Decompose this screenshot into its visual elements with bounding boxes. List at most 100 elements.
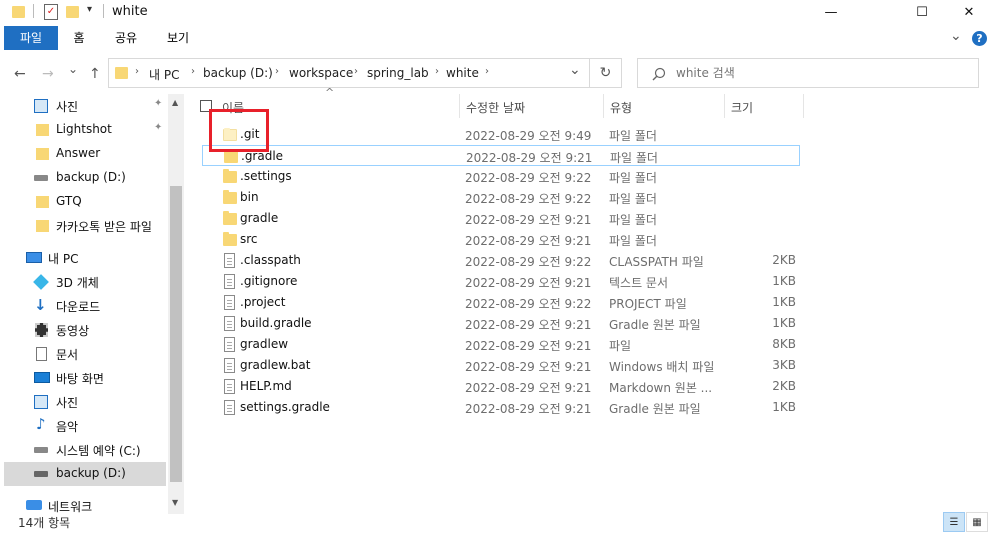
file-type: 파일 폴더 [609,213,657,227]
sidebar-item-3d-objects[interactable]: 3D 개체 [4,270,166,294]
maximize-button[interactable]: ☐ [899,0,945,24]
file-icon [224,316,235,331]
sidebar-item-pictures[interactable]: 사진 [4,390,166,414]
file-date: 2022-08-29 오전 9:21 [465,339,592,353]
file-row[interactable]: gradlew 2022-08-29 오전 9:21 파일 8KB [202,334,800,355]
address-dropdown-icon[interactable]: ⌄ [569,62,581,78]
document-icon [36,347,47,361]
file-row[interactable]: .project 2022-08-29 오전 9:22 PROJECT 파일 1KB [202,292,800,313]
file-row[interactable]: .settings 2022-08-29 오전 9:22 파일 폴더 [202,166,800,187]
sidebar-item-answer[interactable]: Answer [4,142,166,166]
item-count: 14개 항목 [18,516,71,530]
sidebar-item-music[interactable]: ♪ 음악 [4,414,166,438]
sidebar-item-downloads[interactable]: ↓ 다운로드 [4,294,166,318]
breadcrumb-separator[interactable]: › [435,66,439,77]
column-divider[interactable] [803,94,804,118]
tab-view[interactable]: 보기 [156,26,200,50]
column-divider[interactable] [724,94,725,118]
file-row[interactable]: build.gradle 2022-08-29 오전 9:21 Gradle 원본 … [202,313,800,334]
breadcrumb-separator[interactable]: › [191,66,195,77]
sidebar-item-label: 사진 [56,396,79,410]
file-icon [224,253,235,268]
file-date: 2022-08-29 오전 9:21 [465,213,592,227]
file-row[interactable]: settings.gradle 2022-08-29 오전 9:21 Gradle … [202,397,800,418]
file-row[interactable]: src 2022-08-29 오전 9:21 파일 폴더 [202,229,800,250]
column-divider[interactable] [459,94,460,118]
sidebar-item-gtq[interactable]: GTQ [4,190,166,214]
tab-home[interactable]: 홈 [62,26,96,50]
column-header-date[interactable]: 수정한 날짜 [466,99,525,116]
properties-icon[interactable]: ✓ [44,4,58,20]
file-type: PROJECT 파일 [609,297,687,311]
breadcrumb-workspace[interactable]: workspace [289,66,353,80]
refresh-button[interactable]: ↻ [590,58,622,88]
breadcrumb-separator[interactable]: › [354,66,358,77]
sidebar-item-drive-c[interactable]: 시스템 예약 (C:) [4,438,166,462]
file-row[interactable]: HELP.md 2022-08-29 오전 9:21 Markdown 원본 ...… [202,376,800,397]
sidebar-item-videos[interactable]: 동영상 [4,318,166,342]
minimize-button[interactable]: — [808,0,854,24]
breadcrumb-pc[interactable]: 내 PC [149,66,179,83]
tab-file[interactable]: 파일 [4,26,58,50]
search-input[interactable] [676,63,956,83]
breadcrumb-separator[interactable]: › [135,66,139,77]
column-header-size[interactable]: 크기 [731,99,753,116]
forward-button[interactable]: → [42,66,54,82]
scroll-down-icon[interactable]: ▼ [172,498,178,507]
column-header-type[interactable]: 유형 [610,99,632,116]
address-bar[interactable]: › 내 PC › backup (D:) › workspace › sprin… [108,58,590,88]
drive-icon [34,471,48,477]
details-view-button[interactable]: ☰ [943,512,965,532]
sort-indicator-icon: ^ [325,86,335,99]
sidebar-item-label: 동영상 [56,324,90,338]
breadcrumb-separator[interactable]: › [275,66,279,77]
back-button[interactable]: ← [14,66,26,82]
sidebar-item-backup-pinned[interactable]: backup (D:) [4,166,166,190]
sidebar-item-drive-d[interactable]: backup (D:) [4,462,166,486]
sidebar-item-kakaotalk[interactable]: 카카오톡 받은 파일 [4,214,166,238]
sidebar-item-documents[interactable]: 문서 [4,342,166,366]
sidebar-item-this-pc[interactable]: 내 PC [4,246,166,270]
file-row[interactable]: .gitignore 2022-08-29 오전 9:21 텍스트 문서 1KB [202,271,800,292]
sidebar-item-network[interactable]: 네트워크 [4,494,166,514]
breadcrumb-spring-lab[interactable]: spring_lab [367,66,429,80]
new-folder-icon[interactable] [66,6,79,18]
recent-locations-button[interactable]: ⌄ [68,62,78,76]
breadcrumb-backup[interactable]: backup (D:) [203,66,273,80]
file-row[interactable]: bin 2022-08-29 오전 9:22 파일 폴더 [202,187,800,208]
file-row[interactable]: gradlew.bat 2022-08-29 오전 9:21 Windows 배치 … [202,355,800,376]
file-row[interactable]: .gradle 2022-08-29 오전 9:21 파일 폴더 [202,145,800,166]
folder-icon [36,196,49,208]
up-button[interactable]: ↑ [89,66,101,82]
file-date: 2022-08-29 오전 9:21 [465,318,592,332]
sidebar-scrollbar[interactable]: ▲ ▼ [168,94,184,514]
folder-icon [36,124,49,136]
quick-access-dropdown-icon[interactable]: ▾ [87,4,92,15]
scroll-up-icon[interactable]: ▲ [172,98,178,107]
file-icon [224,295,235,310]
file-icon [224,379,235,394]
ribbon-expand-icon[interactable]: ⌄ [950,28,962,44]
sidebar-item-pictures-pinned[interactable]: 사진 ✦ [4,94,166,118]
close-button[interactable]: ✕ [946,0,992,24]
file-icon [224,274,235,289]
file-row[interactable]: .classpath 2022-08-29 오전 9:22 CLASSPATH 파일… [202,250,800,271]
sidebar-item-desktop[interactable]: 바탕 화면 [4,366,166,390]
tab-share[interactable]: 공유 [104,26,148,50]
breadcrumb-white[interactable]: white [446,66,479,80]
sidebar-item-label: 카카오톡 받은 파일 [56,220,152,234]
large-icons-view-button[interactable]: ▦ [966,512,988,532]
music-icon: ♪ [36,415,46,433]
file-name: .gitignore [240,274,298,288]
help-icon[interactable]: ? [972,31,987,46]
file-row[interactable]: .git 2022-08-29 오전 9:49 파일 폴더 [202,124,800,145]
search-box[interactable] [637,58,979,88]
sidebar-item-label: 다운로드 [56,300,101,314]
sidebar-item-lightshot[interactable]: Lightshot ✦ [4,118,166,142]
window-title: white [112,4,148,19]
column-divider[interactable] [603,94,604,118]
scrollbar-thumb[interactable] [170,186,182,482]
pin-icon: ✦ [154,122,163,133]
file-row[interactable]: gradle 2022-08-29 오전 9:21 파일 폴더 [202,208,800,229]
breadcrumb-separator[interactable]: › [485,66,489,77]
